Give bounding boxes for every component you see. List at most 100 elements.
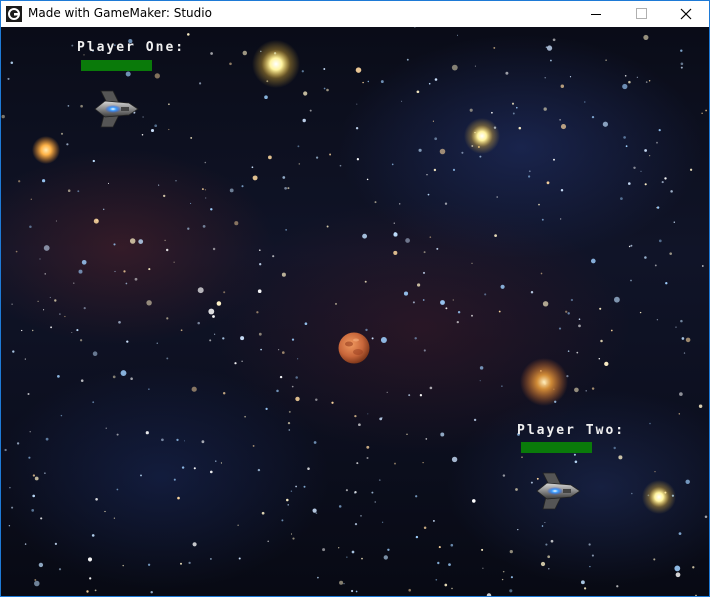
title-bar[interactable]: Made with GameMaker: Studio xyxy=(1,1,709,27)
star xyxy=(521,456,523,459)
star xyxy=(544,521,546,524)
star xyxy=(502,474,506,477)
star xyxy=(698,404,703,408)
star xyxy=(244,415,246,418)
player-one-label: Player One: xyxy=(77,40,186,55)
star xyxy=(237,524,239,526)
star xyxy=(380,80,384,84)
star xyxy=(201,188,204,191)
star xyxy=(34,580,40,587)
star xyxy=(67,105,70,107)
star xyxy=(338,505,342,508)
star xyxy=(29,225,32,228)
star xyxy=(281,272,286,277)
star xyxy=(145,431,149,435)
maximize-button[interactable] xyxy=(619,1,665,27)
star xyxy=(71,331,73,334)
star xyxy=(380,337,387,343)
star xyxy=(393,222,395,224)
star xyxy=(598,358,601,360)
star xyxy=(356,103,358,105)
star xyxy=(704,515,708,519)
star xyxy=(386,391,388,394)
star xyxy=(261,511,265,515)
player-two-health-fill xyxy=(521,442,592,453)
star xyxy=(175,180,177,182)
star xyxy=(80,379,84,383)
star xyxy=(645,81,648,83)
star xyxy=(223,291,226,294)
star xyxy=(95,498,98,501)
star xyxy=(451,587,453,590)
star xyxy=(530,290,534,294)
star xyxy=(356,462,359,465)
star xyxy=(114,270,116,273)
star xyxy=(567,312,570,315)
star xyxy=(546,45,553,51)
star xyxy=(625,145,628,148)
star xyxy=(418,148,422,152)
star xyxy=(479,380,481,382)
star xyxy=(543,107,547,111)
star xyxy=(260,348,262,351)
star xyxy=(605,59,607,62)
game-canvas[interactable]: Player One: Player Two: xyxy=(1,27,709,596)
star xyxy=(156,342,158,344)
star xyxy=(176,438,179,442)
star xyxy=(287,187,290,190)
star xyxy=(241,360,243,362)
star xyxy=(661,181,664,184)
star xyxy=(444,583,448,587)
star xyxy=(408,588,411,592)
star xyxy=(548,568,550,570)
star xyxy=(284,186,287,190)
star xyxy=(518,126,522,130)
star xyxy=(591,115,595,119)
star xyxy=(165,248,169,252)
star xyxy=(578,318,581,320)
star xyxy=(679,392,683,396)
star xyxy=(87,557,93,562)
star xyxy=(559,119,561,121)
star xyxy=(39,258,41,260)
star xyxy=(258,249,261,252)
star xyxy=(229,62,232,66)
star xyxy=(545,46,548,48)
star xyxy=(509,549,513,554)
star xyxy=(432,519,435,522)
star xyxy=(560,84,565,89)
star xyxy=(565,310,568,313)
star xyxy=(197,287,204,294)
star xyxy=(64,315,66,318)
star xyxy=(542,301,549,307)
star xyxy=(222,392,226,395)
star xyxy=(580,580,585,585)
close-button[interactable] xyxy=(663,1,709,27)
star xyxy=(166,317,169,320)
star xyxy=(491,111,493,114)
star xyxy=(11,303,13,305)
star xyxy=(538,203,540,206)
star xyxy=(578,324,581,328)
star xyxy=(505,71,509,75)
star xyxy=(290,533,293,535)
star xyxy=(241,185,244,188)
star xyxy=(354,414,357,418)
star xyxy=(381,521,384,523)
star xyxy=(584,101,586,103)
star xyxy=(423,349,426,352)
minimize-button[interactable] xyxy=(573,1,619,27)
star xyxy=(394,462,396,465)
star xyxy=(456,320,459,324)
star xyxy=(415,495,418,498)
star xyxy=(147,563,151,566)
star xyxy=(656,206,660,209)
star xyxy=(644,183,647,186)
star xyxy=(267,540,270,543)
star xyxy=(123,270,126,273)
star xyxy=(440,300,445,305)
star xyxy=(623,136,626,139)
star xyxy=(29,431,31,433)
star xyxy=(474,65,476,67)
star xyxy=(528,170,531,173)
